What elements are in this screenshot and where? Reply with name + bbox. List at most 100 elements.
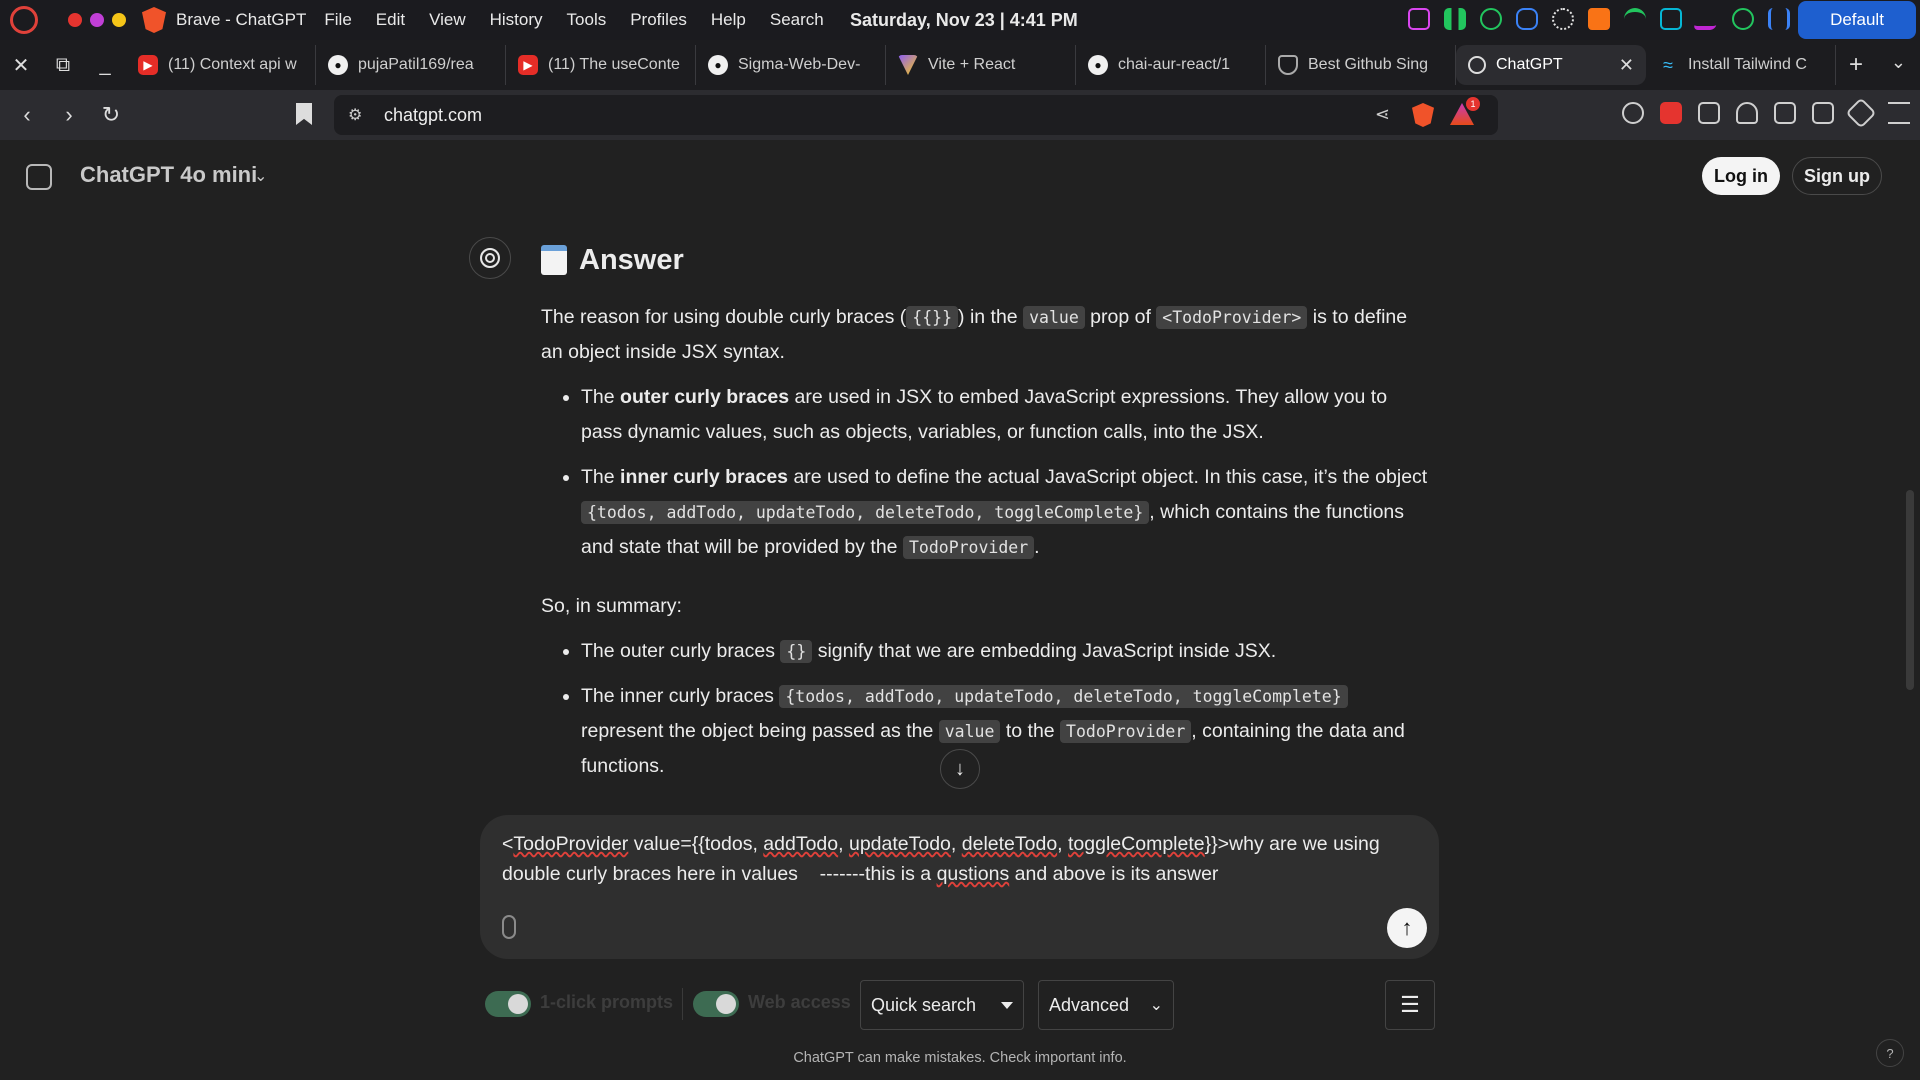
menu-history[interactable]: History	[490, 10, 543, 30]
send-button[interactable]: ↑	[1387, 908, 1427, 948]
tab-best-github[interactable]: Best Github Sing	[1266, 45, 1456, 85]
leo-ai-icon[interactable]	[1845, 97, 1877, 129]
chatgpt-icon	[1468, 56, 1486, 74]
navigation-bar: ‹ › ↻ ⚙ chatgpt.com ⋖ 1	[0, 90, 1920, 140]
site-settings-icon[interactable]: ⚙	[348, 105, 370, 125]
message-composer[interactable]: <TodoProvider value={{todos, addTodo, up…	[480, 815, 1439, 959]
tab-context-api[interactable]: ▶ (11) Context api w	[126, 45, 316, 85]
bluetooth-icon[interactable]	[1516, 8, 1538, 30]
settings-sliders-button[interactable]: ☰	[1385, 980, 1435, 1030]
address-bar[interactable]: ⚙ chatgpt.com ⋖ 1	[334, 95, 1498, 135]
system-clock[interactable]: Saturday, Nov 23 | 4:41 PM	[850, 10, 1078, 31]
disclaimer: ChatGPT can make mistakes. Check importa…	[793, 1050, 1127, 1066]
close-window-icon[interactable]: ✕	[0, 40, 42, 90]
new-chat-icon[interactable]	[26, 164, 52, 190]
hamburger-menu-icon[interactable]	[1888, 102, 1910, 124]
tab-sigma-web-dev[interactable]: ● Sigma-Web-Dev-	[696, 45, 886, 85]
tab-list-chevron-icon[interactable]: ⌄	[1891, 52, 1906, 73]
tab-vite-react[interactable]: Vite + React	[886, 45, 1076, 85]
text-run: are used to define the actual JavaScript…	[788, 466, 1428, 488]
wallet-icon[interactable]	[1812, 102, 1834, 124]
code-icon[interactable]	[1768, 8, 1790, 30]
misspelled-word: qustions	[936, 863, 1010, 885]
prompt-input[interactable]: <TodoProvider value={{todos, addTodo, up…	[502, 829, 1422, 889]
summary-label: So, in summary:	[541, 595, 682, 617]
text-run: The reason for using double curly braces…	[541, 306, 907, 328]
distro-logo-icon[interactable]	[10, 6, 38, 34]
text-run: The	[581, 466, 621, 488]
menu-profiles[interactable]: Profiles	[630, 10, 687, 30]
volume-icon[interactable]	[1480, 8, 1502, 30]
brave-logo-icon	[142, 7, 166, 33]
toggle-knob	[508, 994, 528, 1014]
app-menu: File Edit View History Tools Profiles He…	[324, 10, 823, 30]
share-icon[interactable]: ⋖	[1375, 104, 1390, 125]
search-mode-select[interactable]: Quick search	[860, 980, 1024, 1030]
menu-search[interactable]: Search	[770, 10, 824, 30]
restore-window-icon[interactable]: ⧉	[42, 40, 84, 90]
calendar-icon[interactable]	[1408, 8, 1430, 30]
brightness-icon[interactable]	[1552, 8, 1574, 30]
tab-chatgpt[interactable]: ChatGPT ✕	[1456, 45, 1646, 85]
page-scrollbar[interactable]	[1906, 490, 1914, 690]
menu-help[interactable]: Help	[711, 10, 746, 30]
brave-shields-icon[interactable]	[1412, 103, 1434, 127]
maximize-dot-icon[interactable]	[90, 13, 104, 27]
youtube-icon: ▶	[138, 55, 158, 75]
wifi-icon[interactable]	[1624, 8, 1646, 30]
tab-label: (11) The useConte	[548, 56, 680, 73]
url-text[interactable]: chatgpt.com	[384, 105, 482, 126]
text-run: to the	[1000, 720, 1061, 742]
list-item: The outer curly braces are used in JSX t…	[581, 380, 1431, 450]
web-access-toggle[interactable]	[693, 991, 739, 1017]
bookmark-icon[interactable]	[296, 103, 312, 125]
signup-button[interactable]: Sign up	[1792, 157, 1882, 195]
minimize-dot-icon[interactable]	[112, 13, 126, 27]
divider	[682, 988, 683, 1020]
paperclip-icon[interactable]	[502, 915, 516, 939]
login-button[interactable]: Log in	[1702, 157, 1780, 195]
battery-icon[interactable]	[1588, 8, 1610, 30]
puzzle-extensions-icon[interactable]	[1698, 102, 1720, 124]
tab-install-tailwind[interactable]: ≈ Install Tailwind C	[1646, 45, 1836, 85]
menu-tools[interactable]: Tools	[567, 10, 607, 30]
tab-usecontext[interactable]: ▶ (11) The useConte	[506, 45, 696, 85]
close-tab-icon[interactable]: ✕	[1619, 55, 1634, 76]
screen-icon[interactable]	[1660, 8, 1682, 30]
inline-code: TodoProvider	[902, 536, 1035, 559]
misspelled-word: toggleComplete	[1068, 833, 1205, 855]
text-run: The	[581, 386, 621, 408]
forward-icon[interactable]: ›	[50, 96, 88, 134]
close-dot-icon[interactable]	[68, 13, 82, 27]
profile-button[interactable]: Default	[1798, 1, 1916, 39]
user-icon[interactable]	[1732, 8, 1754, 30]
new-tab-icon[interactable]: +	[1836, 51, 1876, 79]
one-click-prompts-toggle[interactable]	[485, 991, 531, 1017]
text-run: ) in the	[958, 306, 1024, 328]
scroll-to-bottom-button[interactable]: ↓	[940, 749, 980, 789]
inline-code: TodoProvider	[1060, 720, 1192, 743]
reload-icon[interactable]: ↻	[92, 96, 130, 134]
shield-icon	[1278, 55, 1298, 75]
mode-select[interactable]: Advanced ⌄	[1038, 980, 1174, 1030]
text-run: ,	[838, 833, 849, 855]
menu-edit[interactable]: Edit	[376, 10, 405, 30]
model-selector[interactable]: ChatGPT 4o mini	[80, 162, 257, 188]
tab-chai-aur-react[interactable]: ● chai-aur-react/1	[1076, 45, 1266, 85]
tab-pujapatil[interactable]: ● pujaPatil169/rea	[316, 45, 506, 85]
sidebar-icon[interactable]	[1774, 102, 1796, 124]
tailwind-icon: ≈	[1663, 54, 1673, 75]
web-access-label: Web access	[748, 992, 851, 1012]
tab-label: Best Github Sing	[1308, 56, 1429, 73]
minimize-window-icon[interactable]: _	[84, 40, 126, 90]
check-icon[interactable]	[1693, 8, 1721, 30]
bookmark-extension-icon[interactable]	[1660, 102, 1682, 124]
chevron-down-icon[interactable]: ⌄	[254, 166, 267, 186]
menu-file[interactable]: File	[324, 10, 351, 30]
help-button[interactable]: ?	[1876, 1039, 1904, 1067]
pause-icon[interactable]	[1444, 8, 1466, 30]
alarm-icon[interactable]	[1622, 102, 1644, 124]
menu-view[interactable]: View	[429, 10, 466, 30]
back-icon[interactable]: ‹	[8, 96, 46, 134]
music-icon[interactable]	[1736, 102, 1758, 124]
